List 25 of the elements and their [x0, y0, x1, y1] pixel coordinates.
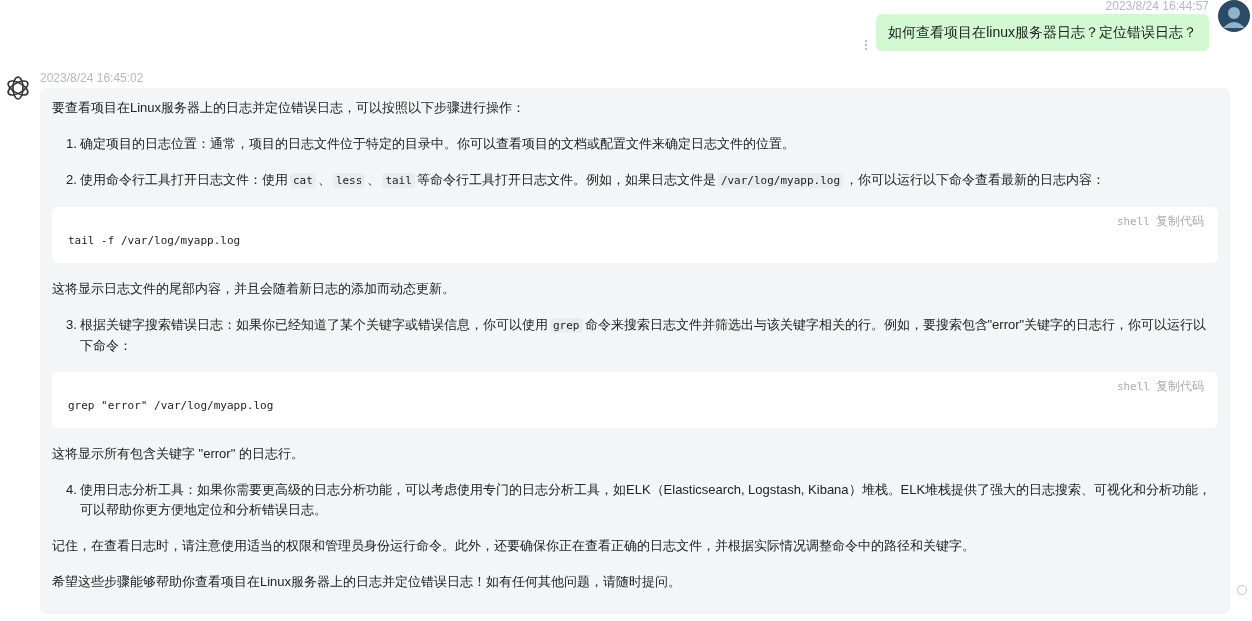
message-time: 2023/8/24 16:44:57 — [1105, 0, 1209, 13]
paragraph: 记住，在查看日志时，请注意使用适当的权限和管理员身份运行命令。此外，还要确保你正在查看正确的日志文件，并根据实际情况调整命令中的路径和关键字。 — [52, 537, 976, 555]
copy-code-button[interactable]: 复制代码 — [1156, 213, 1204, 230]
code-language: shell — [1116, 380, 1150, 393]
copy-code-button[interactable]: 复制代码 — [1156, 378, 1204, 395]
paragraph: 这将显示所有包含关键字 "error" 的日志行。 — [52, 445, 305, 463]
paragraph: 希望这些步骤能够帮助你查看项目在Linux服务器上的日志并定位错误日志！如有任何其他问题，请随时提问。 — [52, 573, 683, 591]
list-item-text: 根据关键字搜索错误日志：如果你已经知道了某个关键字或错误信息，你可以使用 grep 命令来搜索日志文件并筛选出与该关键字相关的行。例如，要搜索包含"error"关键字的日志行，你可以运行以下命令： — [80, 316, 1208, 355]
paragraph: 这将显示日志文件的尾部内容，并且会随着新日志的添加而动态更新。 — [52, 280, 456, 298]
list-number: 2. — [66, 171, 78, 189]
list-number: 4. — [66, 481, 78, 499]
circle-icon[interactable] — [1236, 584, 1248, 596]
list-number: 3. — [66, 316, 78, 334]
user-message: 如何查看项目在linux服务器日志？定位错误日志？ — [876, 14, 1209, 51]
list-number: 1. — [66, 135, 78, 153]
more-icon[interactable] — [864, 39, 869, 51]
code-language: shell — [1116, 215, 1150, 228]
list-item-text: 确定项目的日志位置：通常，项目的日志文件位于特定的目录中。你可以查看项目的文档或配置文件来确定日志文件的位置。 — [80, 135, 795, 153]
list-item-text: 使用命令行工具打开日志文件：使用 cat 、 less 、 tail 等命令行工具打开日志文件。例如，如果日志文件是 /var/log/myapp.log ，你可以运行以下命令查看最新的日志内容： — [80, 171, 1106, 190]
code-line: grep "error" /var/log/myapp.log — [68, 399, 275, 412]
paragraph: 要查看项目在Linux服务器上的日志并定位错误日志，可以按照以下步骤进行操作： — [52, 99, 527, 117]
message-time: 2023/8/24 16:45:02 — [40, 71, 145, 85]
code-line: tail -f /var/log/myapp.log — [68, 234, 242, 247]
list-item-text: 使用日志分析工具：如果你需要更高级的日志分析功能，可以考虑使用专门的日志分析工具，如ELK（Elasticsearch, Logstash, Kibana）堆栈。ELK堆栈提供了强大的日志搜索、可视化和分析功能，可以帮助你更方便地定位和分析错误日志。 — [80, 481, 1213, 519]
avatar-icon — [1218, 0, 1250, 32]
